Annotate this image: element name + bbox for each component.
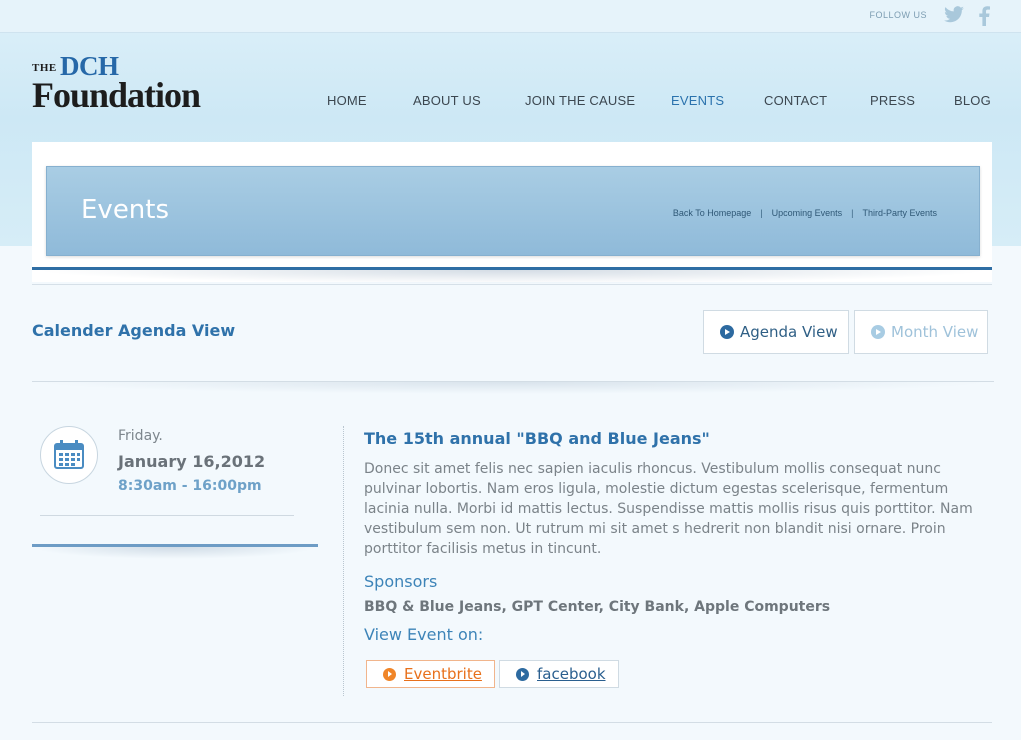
- event-title[interactable]: The 15th annual "BBQ and Blue Jeans": [364, 429, 710, 448]
- column-separator: [343, 426, 344, 696]
- facebook-link[interactable]: facebook: [499, 660, 619, 688]
- logo-the: THE: [32, 62, 57, 74]
- arrow-right-icon: [720, 325, 734, 339]
- top-bar: FOLLOW US: [0, 0, 1021, 33]
- view-event-on-label: View Event on:: [364, 625, 484, 644]
- crumb-third-party-events[interactable]: Third-Party Events: [862, 208, 937, 218]
- month-view-label: Month View: [891, 323, 979, 341]
- section-divider-shadow: [32, 382, 994, 394]
- sponsors-heading: Sponsors: [364, 572, 438, 591]
- breadcrumb: Back To Homepage | Upcoming Events | Third-P…: [672, 208, 937, 218]
- nav-join-the-cause[interactable]: JOIN THE CAUSE: [525, 93, 635, 108]
- nav-press[interactable]: PRESS: [870, 93, 915, 108]
- facebook-icon[interactable]: [977, 6, 991, 26]
- bottom-divider: [32, 722, 992, 723]
- eventbrite-link[interactable]: Eventbrite: [366, 660, 495, 688]
- crumb-upcoming-events[interactable]: Upcoming Events: [772, 208, 843, 218]
- sponsors-list: BBQ & Blue Jeans, GPT Center, City Bank,…: [364, 599, 831, 615]
- nav-contact[interactable]: CONTACT: [764, 93, 827, 108]
- event-day: Friday.: [118, 428, 163, 444]
- thin-divider: [32, 284, 992, 285]
- follow-us-label: FOLLOW US: [869, 10, 927, 20]
- agenda-view-button[interactable]: Agenda View: [703, 310, 849, 354]
- arrow-right-icon: [383, 667, 396, 681]
- month-view-button[interactable]: Month View: [854, 310, 988, 354]
- section-title: Calender Agenda View: [32, 321, 236, 340]
- date-divider: [40, 515, 294, 516]
- event-time: 8:30am - 16:00pm: [118, 478, 262, 494]
- event-description: Donec sit amet felis nec sapien iaculis …: [364, 461, 973, 557]
- divider-shadow: [32, 270, 992, 284]
- nav-home[interactable]: HOME: [327, 93, 367, 108]
- event-date: January 16,2012: [118, 452, 266, 471]
- nav-blog[interactable]: BLOG: [954, 93, 991, 108]
- logo-foundation: Foundation: [32, 75, 201, 115]
- eventbrite-label: Eventbrite: [404, 665, 482, 683]
- page-title: Events: [81, 195, 170, 225]
- agenda-view-label: Agenda View: [740, 323, 838, 341]
- crumb-back-to-homepage[interactable]: Back To Homepage: [673, 208, 751, 218]
- twitter-icon[interactable]: [943, 6, 965, 24]
- sidebar-divider-shadow: [32, 547, 318, 559]
- arrow-right-icon: [871, 325, 885, 339]
- page-banner: Events Back To Homepage | Upcoming Events |…: [46, 166, 980, 256]
- arrow-right-icon: [516, 667, 529, 681]
- nav-events[interactable]: EVENTS: [671, 93, 724, 108]
- calendar-icon: [40, 426, 98, 484]
- facebook-label: facebook: [537, 665, 606, 683]
- nav-about-us[interactable]: ABOUT US: [413, 93, 481, 108]
